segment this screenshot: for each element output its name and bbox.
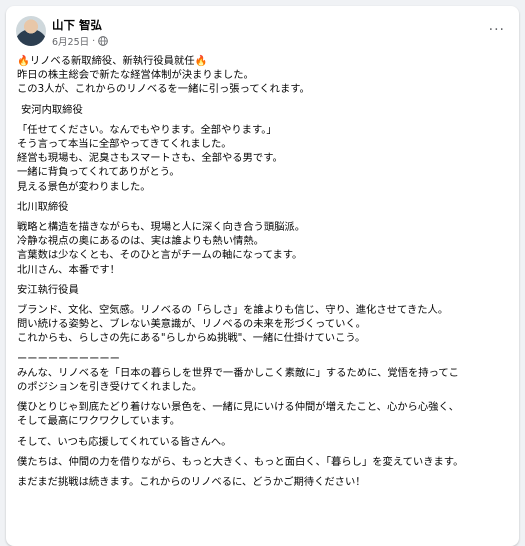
more-options-icon[interactable]: ··· — [489, 22, 505, 38]
post-body: 🔥リノベる新取締役、新執行役員就任🔥 昨日の株主総会で新たな経営体制が決まりまし… — [6, 54, 519, 489]
role-heading: 安江執行役員 — [17, 283, 79, 296]
fire-emoji-icon: 🔥 — [194, 55, 208, 67]
body-line: のポジションを引き受けてくれました。 — [17, 381, 203, 394]
body-line: 一緒に背負ってくれてありがとう。 — [17, 166, 180, 179]
divider: ーーーーーーーーーー — [17, 352, 120, 365]
meta-separator: · — [92, 35, 96, 47]
role-heading: 北川取締役 — [17, 200, 69, 213]
role-heading: 安河内取締役 — [21, 103, 83, 116]
post-card: 山下 智弘 6月25日 · ··· 🔥リノベる新取締役、新執行役員就任🔥 昨日の… — [6, 6, 519, 546]
body-line: 戦略と構造を描きながらも、現場と人に深く向き合う頭脳派。 — [17, 221, 306, 234]
body-line: 見える景色が変わりました。 — [17, 180, 151, 193]
body-line: そして、いつも応援してくれている皆さんへ。 — [17, 435, 232, 448]
body-line: 問い続ける姿勢と、ブレない美意識が、リノベるの未来を形づくっていく。 — [17, 318, 366, 331]
body-line: これからも、らしさの先にある"らしからぬ挑戦"、一緒に仕掛けていこう。 — [17, 332, 366, 345]
post-header: 山下 智弘 6月25日 · ··· — [6, 6, 519, 54]
intro-line: 昨日の株主総会で新たな経営体制が決まりました。 — [17, 69, 254, 82]
post-date[interactable]: 6月25日 — [52, 34, 89, 48]
body-line: 僕ひとりじゃ到底たどり着けない景色を、一緒に見にいける仲間が増えたこと、心から心… — [17, 401, 460, 414]
intro-line: この3人が、これからのリノベるを一緒に引っ張ってくれます。 — [17, 83, 310, 96]
post-meta: 6月25日 · — [52, 34, 109, 48]
fire-emoji-icon: 🔥 — [17, 55, 30, 67]
body-line: 冷静な視点の奥にあるのは、実は誰よりも熱い情熱。 — [17, 235, 264, 248]
avatar[interactable] — [16, 16, 46, 46]
body-line: 「任せてください。なんでもやります。全部やります。」 — [17, 123, 277, 136]
headline: 🔥リノベる新取締役、新執行役員就任🔥 — [17, 55, 208, 67]
body-line: ブランド、文化、空気感。リノベるの「らしさ」を誰よりも信じ、守り、進化させてきた… — [17, 304, 449, 317]
body-line: みんな、リノベるを「日本の暮らしを世界で一番かしこく素敵に」するために、覚悟を持… — [17, 366, 459, 379]
body-line: 経営も現場も、泥臭さもスマートさも、全部やる男です。 — [17, 152, 283, 165]
author-name[interactable]: 山下 智弘 — [52, 17, 102, 33]
body-line: 北川さん、本番です！ — [17, 263, 120, 276]
globe-icon — [98, 36, 109, 46]
body-line: まだまだ挑戦は続きます。これからのリノベるに、どうかご期待ください！ — [17, 476, 366, 489]
body-line: 僕たちは、仲間の力を借りながら、もっと大きく、もっと面白く、「暮らし」を変えてい… — [17, 455, 464, 468]
body-line: そう言って本当に全部やってきてくれました。 — [17, 138, 232, 151]
body-line: 言葉数は少なくとも、そのひと言がチームの軸になってます。 — [17, 249, 303, 262]
body-line: そして最高にワクワクしています。 — [17, 415, 181, 428]
